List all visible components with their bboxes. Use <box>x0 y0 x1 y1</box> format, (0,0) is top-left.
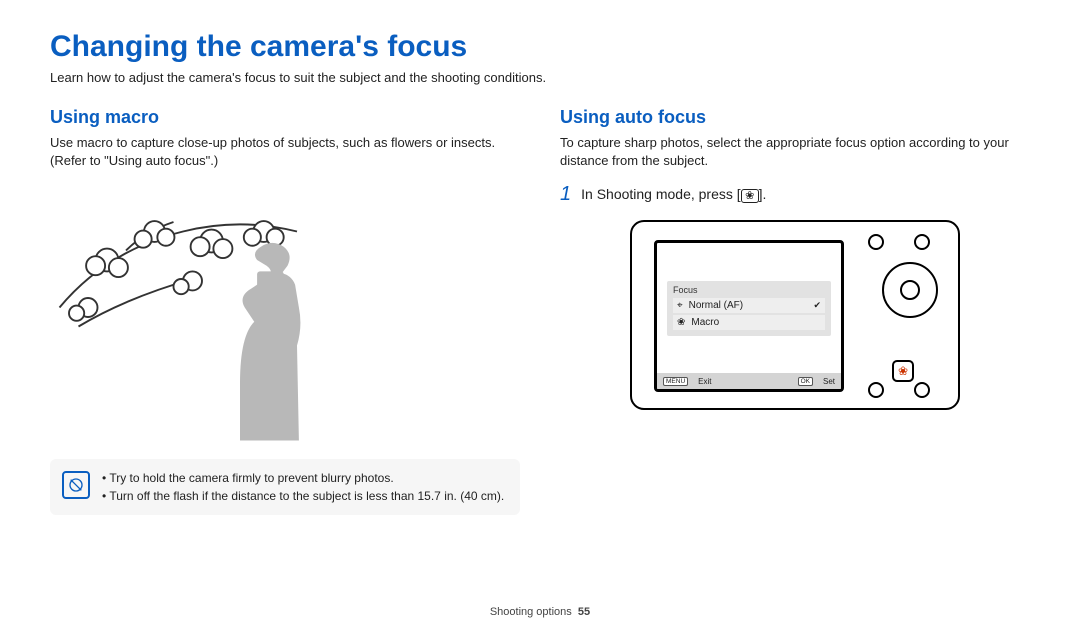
focus-menu: Focus ⌖ Normal (AF) ❀ Macro <box>667 281 831 336</box>
camera-right-controls <box>870 262 938 318</box>
footer-page-number: 55 <box>578 606 590 618</box>
step-number: 1 <box>560 183 571 206</box>
page-footer: Shooting options 55 <box>0 606 1080 618</box>
autofocus-heading: Using auto focus <box>560 107 1030 128</box>
step-text-after: ]. <box>759 186 767 202</box>
menu-badge: MENU <box>663 377 688 386</box>
camera-dpad[interactable] <box>882 262 938 318</box>
left-column: Using macro Use macro to capture close-u… <box>50 107 520 515</box>
set-label: Set <box>823 377 835 386</box>
focus-option-macro[interactable]: ❀ Macro <box>673 315 825 330</box>
macro-body: Use macro to capture close-up photos of … <box>50 134 520 169</box>
focus-option-icon: ⌖ <box>677 300 683 311</box>
step-1: 1 In Shooting mode, press [❀]. <box>560 183 1030 206</box>
tip-list: Try to hold the camera firmly to prevent… <box>102 469 504 505</box>
step-text-before: In Shooting mode, press [ <box>581 186 741 202</box>
focus-option-label: Normal (AF) <box>689 300 743 311</box>
macro-illustration <box>50 187 520 447</box>
focus-button-icon: ❀ <box>741 189 759 203</box>
page-subtitle: Learn how to adjust the camera's focus t… <box>50 70 1030 85</box>
camera-screen: Focus ⌖ Normal (AF) ❀ Macro MENU Exit <box>654 240 844 392</box>
focus-option-label: Macro <box>691 317 719 328</box>
focus-option-icon: ❀ <box>677 317 685 328</box>
tip-item: Try to hold the camera firmly to prevent… <box>102 469 504 487</box>
camera-focus-button[interactable]: ❀ <box>892 360 914 382</box>
camera-illustration: Focus ⌖ Normal (AF) ❀ Macro MENU Exit <box>630 220 960 410</box>
person-flowers-illustration <box>50 187 430 447</box>
tip-box: Try to hold the camera firmly to prevent… <box>50 459 520 515</box>
camera-top-buttons <box>868 234 930 250</box>
screen-statusbar: MENU Exit OK Set <box>657 373 841 389</box>
ok-badge: OK <box>798 377 813 386</box>
macro-heading: Using macro <box>50 107 520 128</box>
note-icon <box>62 471 90 499</box>
tip-item: Turn off the flash if the distance to th… <box>102 487 504 505</box>
autofocus-body: To capture sharp photos, select the appr… <box>560 134 1030 169</box>
page-title: Changing the camera's focus <box>50 30 1030 64</box>
focus-menu-title: Focus <box>673 285 825 295</box>
exit-label: Exit <box>698 377 711 386</box>
right-column: Using auto focus To capture sharp photos… <box>560 107 1030 515</box>
camera-bottom-buttons <box>868 382 930 398</box>
focus-option-normal[interactable]: ⌖ Normal (AF) <box>673 298 825 313</box>
footer-section: Shooting options <box>490 606 572 618</box>
